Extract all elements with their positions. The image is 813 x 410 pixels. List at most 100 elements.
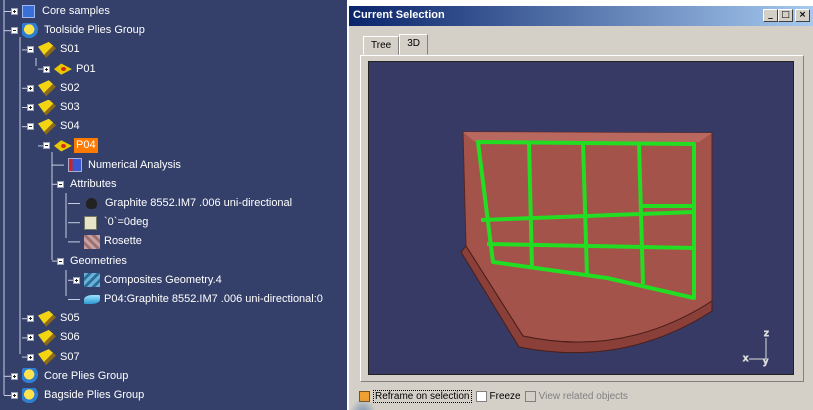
tree-item-p01[interactable]: P01 <box>43 60 98 79</box>
tree-item-s06[interactable]: S06 <box>27 328 82 347</box>
tree-item-label: S05 <box>60 312 80 325</box>
tree-item-label: S03 <box>60 101 80 113</box>
freeze-label: Freeze <box>489 390 521 402</box>
specification-tree: Core samples Toolside Plies Group S01 P01 S0… <box>0 0 347 410</box>
plies-group-icon <box>22 387 40 404</box>
tree-item-label: Attributes <box>70 177 117 190</box>
tree-item-toolside-group[interactable]: Toolside Plies Group <box>11 21 147 40</box>
sequence-icon <box>38 118 56 135</box>
tree-item-label: Geometries <box>70 254 127 267</box>
sequence-icon <box>38 329 56 346</box>
ply-icon <box>54 63 72 75</box>
expand-toggle-icon[interactable] <box>27 353 34 361</box>
window-titlebar[interactable]: Current Selection <box>349 6 813 26</box>
tree-item-s07[interactable]: S07 <box>27 348 82 367</box>
core-samples-icon <box>22 5 35 18</box>
view-related-objects-option: View related objects <box>524 390 628 402</box>
axis-triad: z x y <box>743 329 770 368</box>
ply-icon <box>54 140 72 152</box>
3d-viewport[interactable]: z x y <box>368 61 794 375</box>
tree-item-label: Composites Geometry.4 <box>104 273 222 286</box>
parameter-icon <box>84 215 97 230</box>
tree-item-label: Toolside Plies Group <box>44 24 145 37</box>
tree-item-label: S06 <box>60 331 80 344</box>
freeze-option[interactable]: Freeze <box>475 390 521 402</box>
collapse-toggle-icon[interactable] <box>57 257 64 265</box>
expand-toggle-icon[interactable] <box>11 8 18 15</box>
tree-item-core-group[interactable]: Core Plies Group <box>11 367 130 386</box>
collapse-toggle-icon[interactable] <box>43 142 50 150</box>
expand-toggle-icon[interactable] <box>73 276 80 284</box>
reframe-label: Reframe on selection <box>373 389 472 403</box>
expand-toggle-icon[interactable] <box>43 65 50 73</box>
numerical-analysis-icon <box>68 158 82 173</box>
tab-tree[interactable]: Tree <box>363 36 400 55</box>
view-related-label: View related objects <box>538 390 628 402</box>
tree-item-s04[interactable]: S04 <box>27 117 82 136</box>
collapse-toggle-icon[interactable] <box>27 123 34 131</box>
tree-item-s02[interactable]: S02 <box>27 79 82 98</box>
tree-item-rosette[interactable]: Rosette <box>76 232 144 251</box>
tree-item-bagside-group[interactable]: Bagside Plies Group <box>11 386 146 405</box>
current-selection-window: Current Selection _ □ × Tree 3D z x y Re… <box>348 6 813 410</box>
tree-item-label: S04 <box>60 120 80 133</box>
plies-group-icon <box>22 22 40 39</box>
tree-item-label: Rosette <box>104 235 142 248</box>
tree-item-label: Graphite 8552.IM7 .006 uni-directional <box>105 197 293 209</box>
minimize-button[interactable]: _ <box>763 9 778 22</box>
selection-options-bar: Reframe on selection Freeze View related… <box>359 387 628 405</box>
tree-item-label: P04 <box>74 138 98 154</box>
tree-item-s03[interactable]: S03 <box>27 98 82 117</box>
tree-item-label: Core Plies Group <box>44 369 129 382</box>
expand-toggle-icon[interactable] <box>27 315 34 323</box>
sequence-icon <box>38 80 56 97</box>
tree-item-label: P04:Graphite 8552.IM7 .006 uni-direction… <box>104 293 323 305</box>
tree-item-label: `0`=0deg <box>104 216 149 229</box>
axis-x-label: x <box>743 354 749 364</box>
expand-toggle-icon[interactable] <box>27 84 34 92</box>
view-tabs: Tree 3D <box>363 34 428 56</box>
tree-item-numerical-analysis[interactable]: Numerical Analysis <box>60 156 183 175</box>
axis-y-label: y <box>763 357 769 367</box>
tree-item-attributes[interactable]: Attributes <box>57 175 118 194</box>
axis-z-label: z <box>764 329 769 339</box>
tree-item-geometries[interactable]: Geometries <box>57 252 129 271</box>
tree-item-label: S01 <box>60 43 80 56</box>
tree-item-s05[interactable]: S05 <box>27 309 82 328</box>
tree-item-p04[interactable]: P04 <box>43 136 98 155</box>
expand-toggle-icon[interactable] <box>11 372 18 380</box>
tree-item-label: P01 <box>76 62 96 75</box>
expand-toggle-icon[interactable] <box>27 334 34 342</box>
view-related-checkbox <box>524 390 536 402</box>
ply-3d-model[interactable]: z x y <box>369 62 795 376</box>
expand-toggle-icon[interactable] <box>11 392 18 399</box>
sequence-icon <box>38 99 56 116</box>
tree-item-orientation[interactable]: `0`=0deg <box>76 213 150 232</box>
tree-item-label: S07 <box>60 350 80 363</box>
collapse-toggle-icon[interactable] <box>27 46 34 54</box>
close-button[interactable]: × <box>795 9 810 22</box>
collapse-toggle-icon[interactable] <box>57 180 64 188</box>
tree-item-material[interactable]: Graphite 8552.IM7 .006 uni-directional <box>76 194 294 213</box>
plies-group-icon <box>22 368 40 385</box>
freeze-checkbox[interactable] <box>475 390 487 402</box>
composites-geometry-icon <box>84 273 100 288</box>
tree-item-composites-geometry[interactable]: Composites Geometry.4 <box>73 271 224 290</box>
tree-item-label: Numerical Analysis <box>88 158 181 171</box>
surface-icon <box>84 295 100 304</box>
sequence-icon <box>38 310 56 327</box>
tree-item-p04-surface[interactable]: P04:Graphite 8552.IM7 .006 uni-direction… <box>76 290 325 309</box>
tree-item-label: Core samples <box>42 5 110 17</box>
tree-item-core-samples[interactable]: Core samples <box>11 2 112 21</box>
corner-glow <box>349 398 377 410</box>
rosette-icon <box>84 234 100 249</box>
window-title: Current Selection <box>353 9 445 21</box>
collapse-toggle-icon[interactable] <box>11 27 18 35</box>
expand-toggle-icon[interactable] <box>27 104 34 111</box>
sequence-icon <box>38 349 56 366</box>
sequence-icon <box>38 41 56 58</box>
maximize-button[interactable]: □ <box>778 9 793 22</box>
tree-item-s01[interactable]: S01 <box>27 40 82 59</box>
tab-3d[interactable]: 3D <box>399 34 428 55</box>
tree-item-label: Bagside Plies Group <box>44 389 145 401</box>
